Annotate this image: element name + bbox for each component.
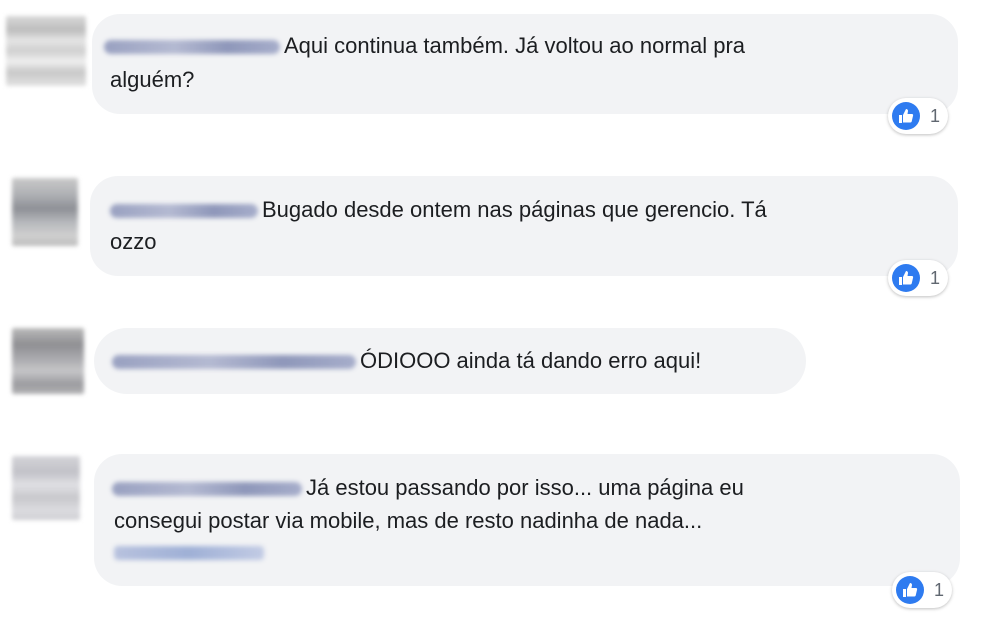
author-name[interactable] — [112, 482, 302, 497]
comment-text-line-1: Já estou passando por isso... uma página… — [112, 472, 744, 504]
comment-text-line-1: ÓDIOOO ainda tá dando erro aqui! — [112, 345, 701, 377]
like-count: 1 — [930, 105, 941, 126]
avatar[interactable] — [12, 328, 84, 394]
thumbs-up-icon — [892, 102, 920, 130]
comment-text-line-1: Bugado desde ontem nas páginas que geren… — [110, 194, 767, 226]
author-name[interactable] — [110, 204, 258, 219]
comment-bubble — [90, 176, 958, 276]
comment-text-line-2: consegui postar via mobile, mas de resto… — [114, 508, 703, 533]
blurred-link[interactable] — [114, 546, 264, 560]
reaction-badge[interactable]: 1 — [888, 260, 949, 296]
avatar[interactable] — [12, 178, 78, 246]
avatar[interactable] — [6, 16, 86, 86]
comment-text-line-2: alguém? — [110, 67, 195, 92]
author-name[interactable] — [112, 355, 356, 370]
like-count: 1 — [934, 579, 945, 600]
comment-text-line-2: ozzo — [110, 229, 157, 254]
like-count: 1 — [930, 267, 941, 288]
reaction-badge[interactable]: 1 — [892, 572, 953, 608]
thumbs-up-icon — [896, 576, 924, 604]
reaction-badge[interactable]: 1 — [888, 98, 949, 134]
author-name[interactable] — [104, 40, 280, 55]
avatar[interactable] — [12, 456, 80, 520]
thumbs-up-icon — [892, 264, 920, 292]
comment-bubble — [92, 14, 958, 114]
comment-text-line-1: Aqui continua também. Já voltou ao norma… — [104, 30, 745, 62]
